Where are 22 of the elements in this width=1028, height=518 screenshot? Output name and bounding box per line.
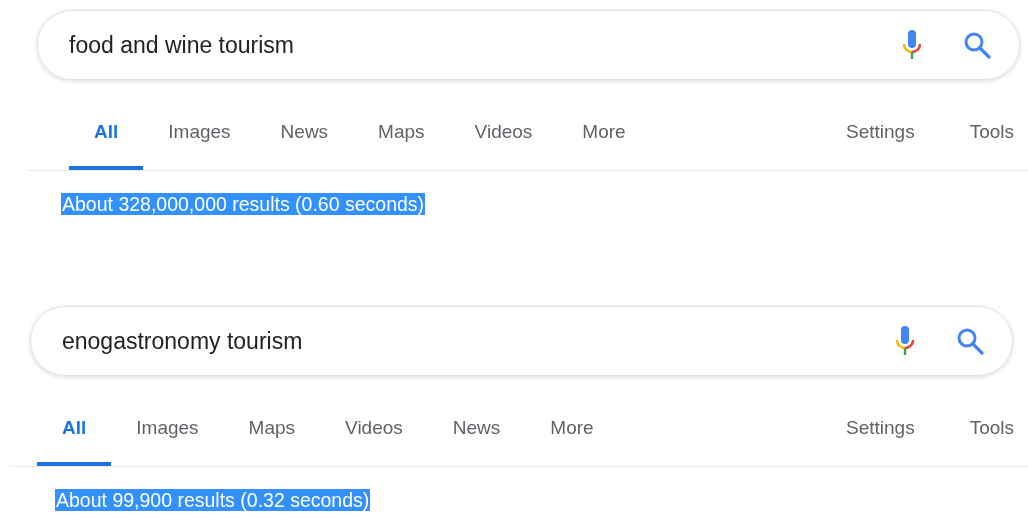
microphone-icon[interactable]: [896, 326, 914, 356]
tab[interactable]: Images: [111, 376, 224, 466]
microphone-icon[interactable]: [903, 30, 921, 60]
tools-link[interactable]: Tools: [969, 416, 1014, 440]
result-stats: About 99,900 results (0.32 seconds): [55, 489, 371, 511]
tab[interactable]: More: [557, 80, 651, 170]
settings-link[interactable]: Settings: [846, 120, 915, 144]
tab[interactable]: Images: [143, 80, 256, 170]
tools-link[interactable]: Tools: [969, 120, 1014, 144]
search-icon[interactable]: [963, 31, 991, 59]
settings-link[interactable]: Settings: [846, 416, 915, 440]
tab[interactable]: Maps: [223, 376, 321, 466]
tab[interactable]: All: [69, 80, 144, 170]
tab[interactable]: News: [427, 376, 526, 466]
search-icon[interactable]: [956, 327, 984, 355]
tab[interactable]: Videos: [320, 376, 428, 466]
result-stats: About 328,000,000 results (0.60 seconds): [61, 193, 426, 215]
tab[interactable]: Videos: [449, 80, 558, 170]
tab[interactable]: More: [525, 376, 619, 466]
tab[interactable]: Maps: [353, 80, 450, 170]
tab[interactable]: All: [37, 376, 112, 466]
tab[interactable]: News: [255, 80, 354, 170]
